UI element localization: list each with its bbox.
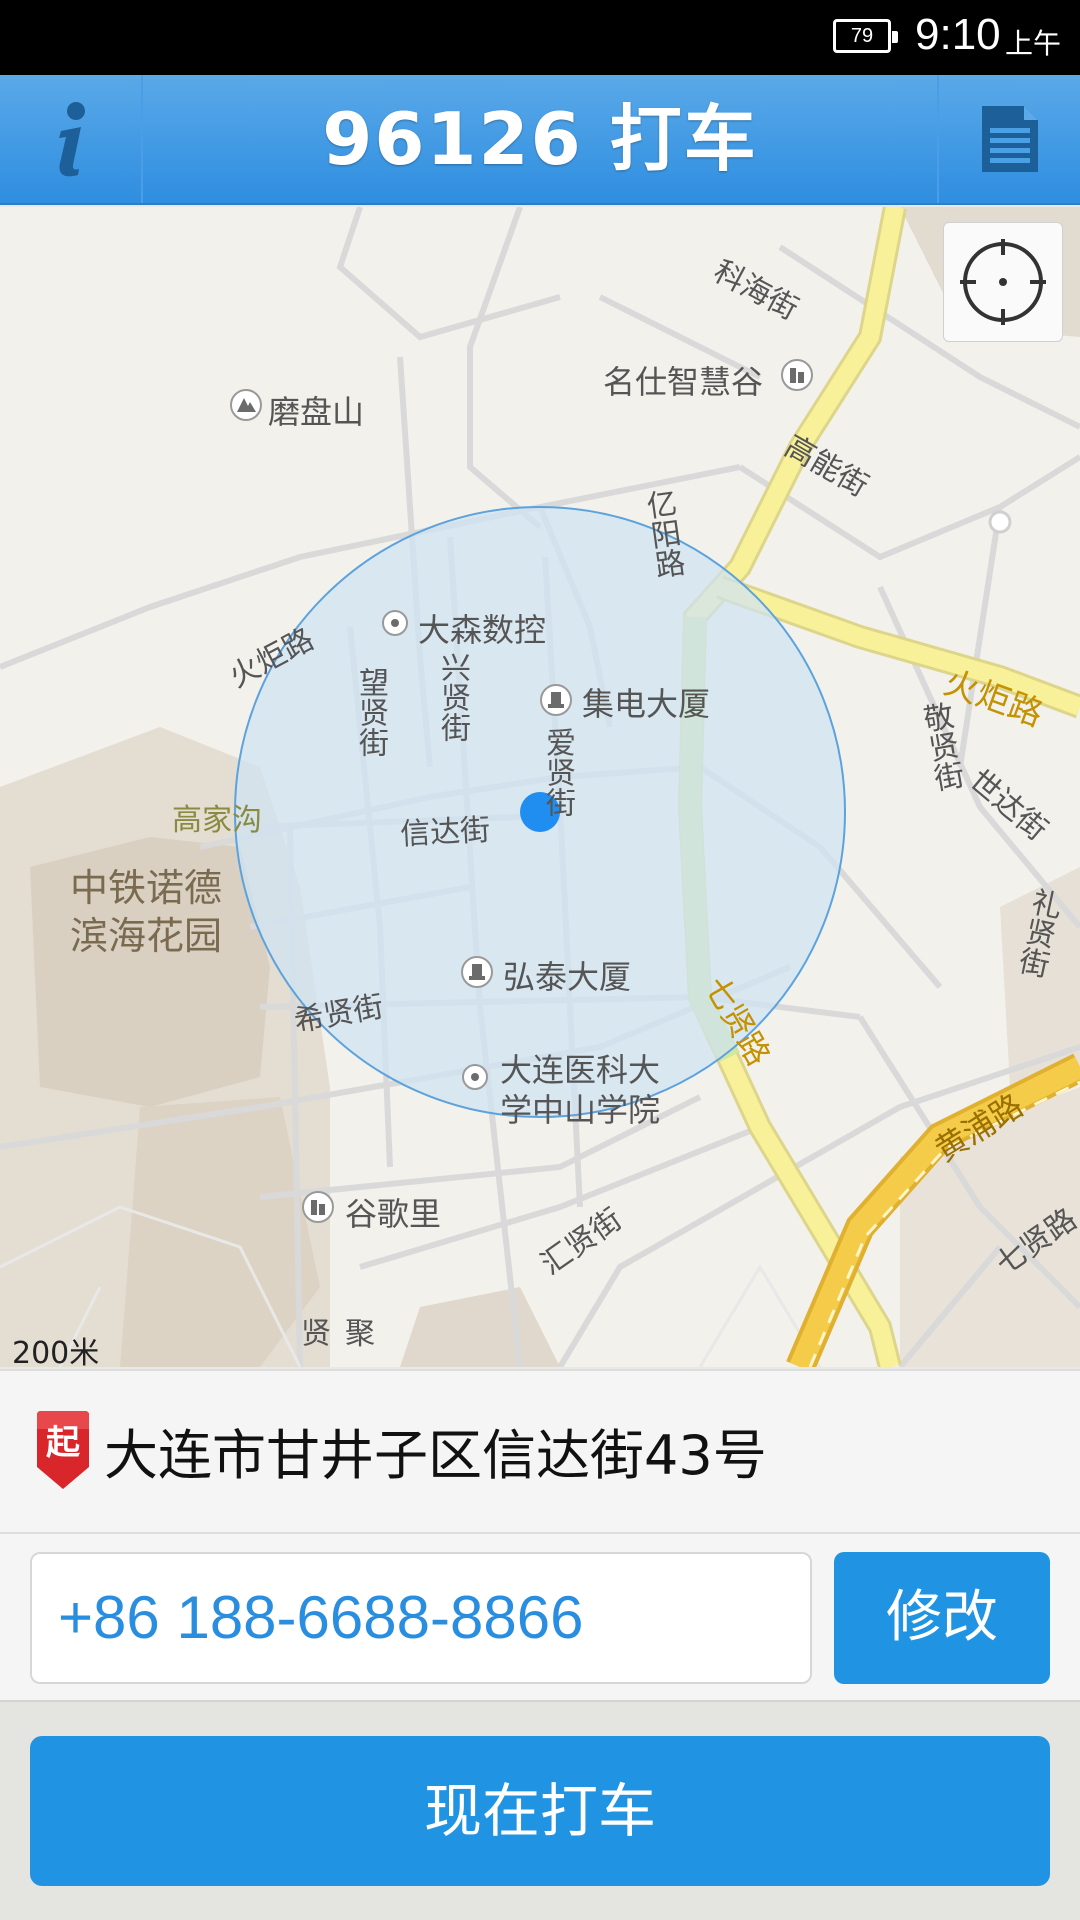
clock-time: 9:10 bbox=[915, 10, 1001, 59]
page-title: 96126 打车 bbox=[322, 97, 758, 181]
map-label-poi: 学中山学院 bbox=[500, 1091, 661, 1129]
map-label-street: 望贤街 bbox=[353, 667, 388, 757]
document-icon bbox=[981, 106, 1038, 172]
map-label-poi: 大森数控 bbox=[418, 611, 547, 649]
start-address: 大连市甘井子区信达街43号 bbox=[104, 1424, 767, 1487]
start-marker-icon: 起 bbox=[33, 1409, 93, 1489]
map-label-area: 滨海花园 bbox=[70, 914, 223, 958]
start-address-row[interactable]: 起 大连市甘井子区信达街43号 bbox=[0, 1369, 1080, 1534]
poi-dot-icon bbox=[382, 610, 408, 636]
info-button[interactable] bbox=[0, 75, 143, 203]
map-label-area: 高家沟 bbox=[172, 803, 262, 838]
app-header: 96126 打车 bbox=[0, 75, 1080, 205]
map-label-area: 中铁诺德 bbox=[70, 866, 223, 910]
modify-button[interactable]: 修改 bbox=[834, 1552, 1050, 1684]
crosshair-icon bbox=[960, 239, 1046, 325]
mountain-icon bbox=[230, 389, 262, 421]
map-scale: 200米 bbox=[12, 1336, 100, 1371]
phone-field[interactable]: +86 188-6688-8866 bbox=[30, 1552, 812, 1684]
building-icon bbox=[461, 956, 493, 988]
building-icon bbox=[540, 684, 572, 716]
menu-button[interactable] bbox=[937, 75, 1080, 203]
map-view[interactable]: 科海街 名仕智慧谷 高能街 磨盘山 亿阳路 大森数控 火炬路 火炬路 望贤街 兴… bbox=[0, 207, 1080, 1367]
map-label-poi: 磨盘山 bbox=[268, 393, 365, 431]
map-label-street: 聚贤 bbox=[295, 1317, 374, 1347]
clock-ampm: 上午 bbox=[1005, 27, 1062, 60]
phone-row: +86 188-6688-8866 修改 bbox=[0, 1534, 1080, 1700]
map-label-poi: 集电大厦 bbox=[582, 685, 711, 723]
map-label-street: 信达街 bbox=[399, 812, 492, 853]
map-label-poi: 谷歌里 bbox=[345, 1195, 442, 1233]
poi-dot-icon bbox=[462, 1064, 488, 1090]
map-label-poi: 名仕智慧谷 bbox=[603, 363, 764, 401]
status-bar: 79 9:10 上午 bbox=[0, 0, 1080, 75]
battery-icon: 79 bbox=[833, 19, 898, 53]
start-badge: 起 bbox=[46, 1423, 80, 1463]
map-label-street: 兴贤街 bbox=[435, 652, 470, 742]
locate-button[interactable] bbox=[943, 222, 1063, 342]
map-label-street: 爱贤街 bbox=[540, 727, 575, 817]
info-icon bbox=[58, 102, 85, 177]
building-icon bbox=[781, 359, 813, 391]
map-label-poi: 弘泰大厦 bbox=[503, 958, 632, 996]
bottom-bar: 现在打车 bbox=[0, 1700, 1080, 1920]
call-taxi-button[interactable]: 现在打车 bbox=[30, 1736, 1050, 1886]
building-icon bbox=[302, 1191, 334, 1223]
